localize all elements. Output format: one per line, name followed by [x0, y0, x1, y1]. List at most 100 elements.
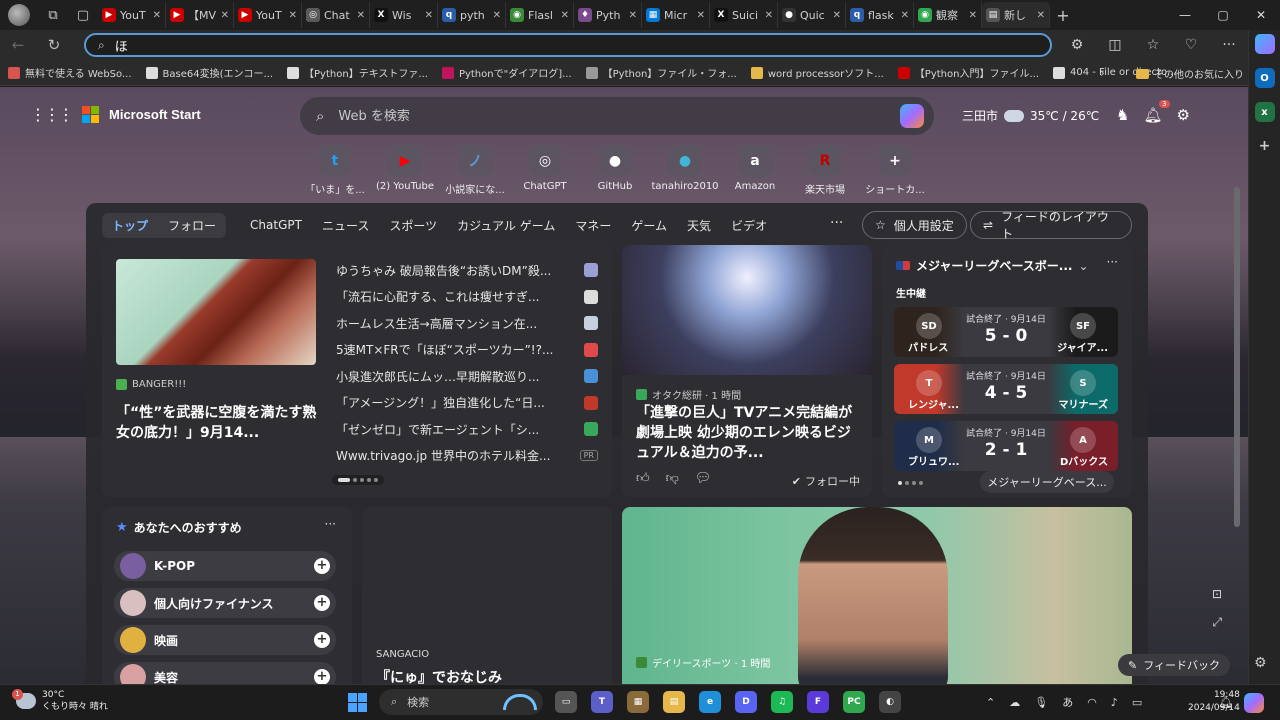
- tab-top[interactable]: トップ: [102, 213, 158, 238]
- browser-tab[interactable]: ◉ 観察 ✕: [914, 2, 982, 28]
- tab-close-icon[interactable]: ✕: [357, 10, 365, 21]
- notification-center-icon[interactable]: 🔔︎: [1218, 695, 1233, 709]
- tab-close-icon[interactable]: ✕: [629, 10, 637, 21]
- headline-row[interactable]: 「アメージング！」独自進化した“日...: [336, 390, 598, 417]
- tab-close-icon[interactable]: ✕: [765, 10, 773, 21]
- refresh-button[interactable]: ↻: [36, 36, 72, 54]
- other-favorites[interactable]: その他のお気に入り: [1136, 66, 1244, 81]
- recommendation-item[interactable]: 映画 +: [114, 625, 336, 655]
- browser-tab[interactable]: X Wis ✕: [370, 2, 438, 28]
- taskbar-weather[interactable]: 1 30°C くもり時々 晴れ: [12, 689, 108, 713]
- headline-row[interactable]: ホームレス生活→高層マンション在...: [336, 310, 598, 337]
- new-tab-button[interactable]: +: [1050, 6, 1076, 25]
- browser-tab[interactable]: ▦ Micr ✕: [642, 2, 710, 28]
- tab-close-icon[interactable]: ✕: [697, 10, 705, 21]
- comment-icon[interactable]: 💬︎: [695, 471, 712, 486]
- copilot-icon[interactable]: [900, 104, 924, 128]
- feed-layout-button[interactable]: ⇌ フィードのレイアウト: [970, 210, 1132, 241]
- taskbar-app-icon[interactable]: ◐: [879, 691, 901, 713]
- tab-close-icon[interactable]: ✕: [493, 10, 501, 21]
- game-row[interactable]: M A ブリュワ... Dバックス 試合終了 · 9月14日 2 - 1: [894, 421, 1118, 471]
- profile-avatar[interactable]: [8, 4, 30, 26]
- mlb-pager[interactable]: [898, 481, 923, 485]
- wallpaper-info-icon[interactable]: ⊡: [1212, 587, 1222, 601]
- taskbar-search[interactable]: ⌕ 検索: [379, 689, 543, 715]
- battery-icon[interactable]: ▭: [1132, 696, 1142, 709]
- add-topic-icon[interactable]: +: [314, 558, 330, 574]
- workspaces-icon[interactable]: ⧉: [38, 0, 68, 30]
- favorite-link[interactable]: 【Python入門】ファイル...: [897, 65, 1039, 80]
- taskbar-app-icon[interactable]: e: [699, 691, 721, 713]
- headline-row[interactable]: ゆうちゃみ 破局報告後“お誘いDM”殺...: [336, 257, 598, 284]
- add-topic-icon[interactable]: +: [314, 632, 330, 648]
- favorites-overflow-icon[interactable]: ›: [1100, 66, 1105, 80]
- page-scrollbar[interactable]: [1234, 187, 1240, 527]
- address-bar[interactable]: ⌕: [84, 33, 1052, 57]
- ime-indicator[interactable]: あ: [1062, 694, 1073, 710]
- top-story-headline[interactable]: 「“性”を武器に空腹を満たす熟女の底力！」9月14...: [116, 403, 320, 443]
- back-button[interactable]: ←: [0, 36, 36, 54]
- settings-more-icon[interactable]: ···: [1210, 37, 1248, 53]
- anime-headline[interactable]: 「進撃の巨人」TVアニメ完結編が劇場上映 幼少期のエレン映るビジュアル＆迫力の予…: [636, 403, 862, 463]
- shortcut-tile[interactable]: ● tanahiro2010: [650, 145, 720, 196]
- browser-tab[interactable]: q flask ✕: [846, 2, 914, 28]
- favorite-link[interactable]: 【Python】テキストファ...: [287, 65, 428, 80]
- tab-casual-games[interactable]: カジュアル ゲーム: [457, 217, 555, 234]
- shortcut-tile[interactable]: t 「いま」を...: [300, 145, 370, 196]
- taskbar-app-icon[interactable]: ▭: [555, 691, 577, 713]
- browser-tab[interactable]: ◎ Chat ✕: [302, 2, 370, 28]
- top-story-thumbnail[interactable]: [116, 259, 316, 365]
- expand-icon[interactable]: ⤢: [1212, 615, 1222, 630]
- shortcut-tile[interactable]: ノ小説家にな...: [440, 145, 510, 196]
- maximize-button[interactable]: ▢: [1204, 0, 1242, 30]
- personalize-button[interactable]: ☆ 個人用設定: [862, 211, 967, 239]
- rewards-icon[interactable]: ♞: [1116, 106, 1129, 124]
- add-topic-icon[interactable]: +: [314, 595, 330, 611]
- anime-thumbnail[interactable]: [622, 245, 872, 375]
- feedback-button[interactable]: ✎ フィードバック: [1118, 654, 1230, 676]
- mlb-header[interactable]: メジャーリーグベースボー... ⌄: [896, 257, 1089, 274]
- tab-follow[interactable]: フォロー: [158, 213, 226, 238]
- mlb-more-button[interactable]: メジャーリーグベース...: [980, 471, 1114, 493]
- browser-tab[interactable]: ▶ YouT ✕: [98, 2, 166, 28]
- copilot-icon[interactable]: [1254, 34, 1275, 54]
- favorites-icon[interactable]: ☆: [1134, 37, 1172, 53]
- browser-tab[interactable]: ● Quic ✕: [778, 2, 846, 28]
- favorite-link[interactable]: word processorソフト...: [750, 65, 884, 80]
- game-row[interactable]: SD SF パドレス ジャイア... 試合終了 · 9月14日 5 - 0: [894, 307, 1118, 357]
- taskbar-app-icon[interactable]: T: [591, 691, 613, 713]
- page-settings-gear-icon[interactable]: ⚙: [1254, 655, 1267, 671]
- recommendation-item[interactable]: 美容 +: [114, 662, 336, 684]
- weather-widget[interactable]: 三田市 35℃ / 26℃: [962, 104, 1099, 124]
- follow-status[interactable]: ✔ フォロー中: [792, 473, 860, 489]
- sangacio-headline[interactable]: 『にゅ』でおなじみ: [376, 667, 502, 684]
- browser-tab[interactable]: ◉ Flasl ✕: [506, 2, 574, 28]
- taskbar-app-icon[interactable]: D: [735, 691, 757, 713]
- taskbar-app-icon[interactable]: ♫: [771, 691, 793, 713]
- tab-close-icon[interactable]: ✕: [153, 10, 161, 21]
- game-row[interactable]: T S レンジャ... マリナーズ 試合終了 · 9月14日 4 - 5: [894, 364, 1118, 414]
- browser-essentials-icon[interactable]: ♡: [1172, 37, 1210, 53]
- browser-tab[interactable]: q pyth ✕: [438, 2, 506, 28]
- browser-tab[interactable]: ▶ YouT ✕: [234, 2, 302, 28]
- tab-close-icon[interactable]: ✕: [901, 10, 909, 21]
- recommendation-item[interactable]: K-POP +: [114, 551, 336, 581]
- browser-tab[interactable]: X Suici ✕: [710, 2, 778, 28]
- shortcut-tile[interactable]: ◎ ChatGPT: [510, 145, 580, 196]
- minimize-button[interactable]: —: [1166, 0, 1204, 30]
- tab-news[interactable]: ニュース: [322, 217, 369, 234]
- thumbs-down-icon[interactable]: 👎︎: [666, 471, 679, 486]
- more-tabs-button[interactable]: ···: [830, 215, 843, 231]
- microphone-icon[interactable]: 🎙︎: [1034, 696, 1048, 709]
- tab-weather[interactable]: 天気: [687, 217, 711, 234]
- tab-close-icon[interactable]: ✕: [1037, 10, 1045, 21]
- tab-sports[interactable]: スポーツ: [389, 217, 437, 234]
- shortcut-tile[interactable]: + ショートカ...: [860, 145, 930, 196]
- extensions-icon[interactable]: ⚙: [1058, 37, 1096, 53]
- browser-tab[interactable]: ♦ Pyth ✕: [574, 2, 642, 28]
- tab-close-icon[interactable]: ✕: [425, 10, 433, 21]
- speaker-icon[interactable]: ♪: [1111, 696, 1118, 709]
- excel-icon[interactable]: x: [1254, 102, 1275, 122]
- tab-close-icon[interactable]: ✕: [833, 10, 841, 21]
- shortcut-tile[interactable]: ● GitHub: [580, 145, 650, 196]
